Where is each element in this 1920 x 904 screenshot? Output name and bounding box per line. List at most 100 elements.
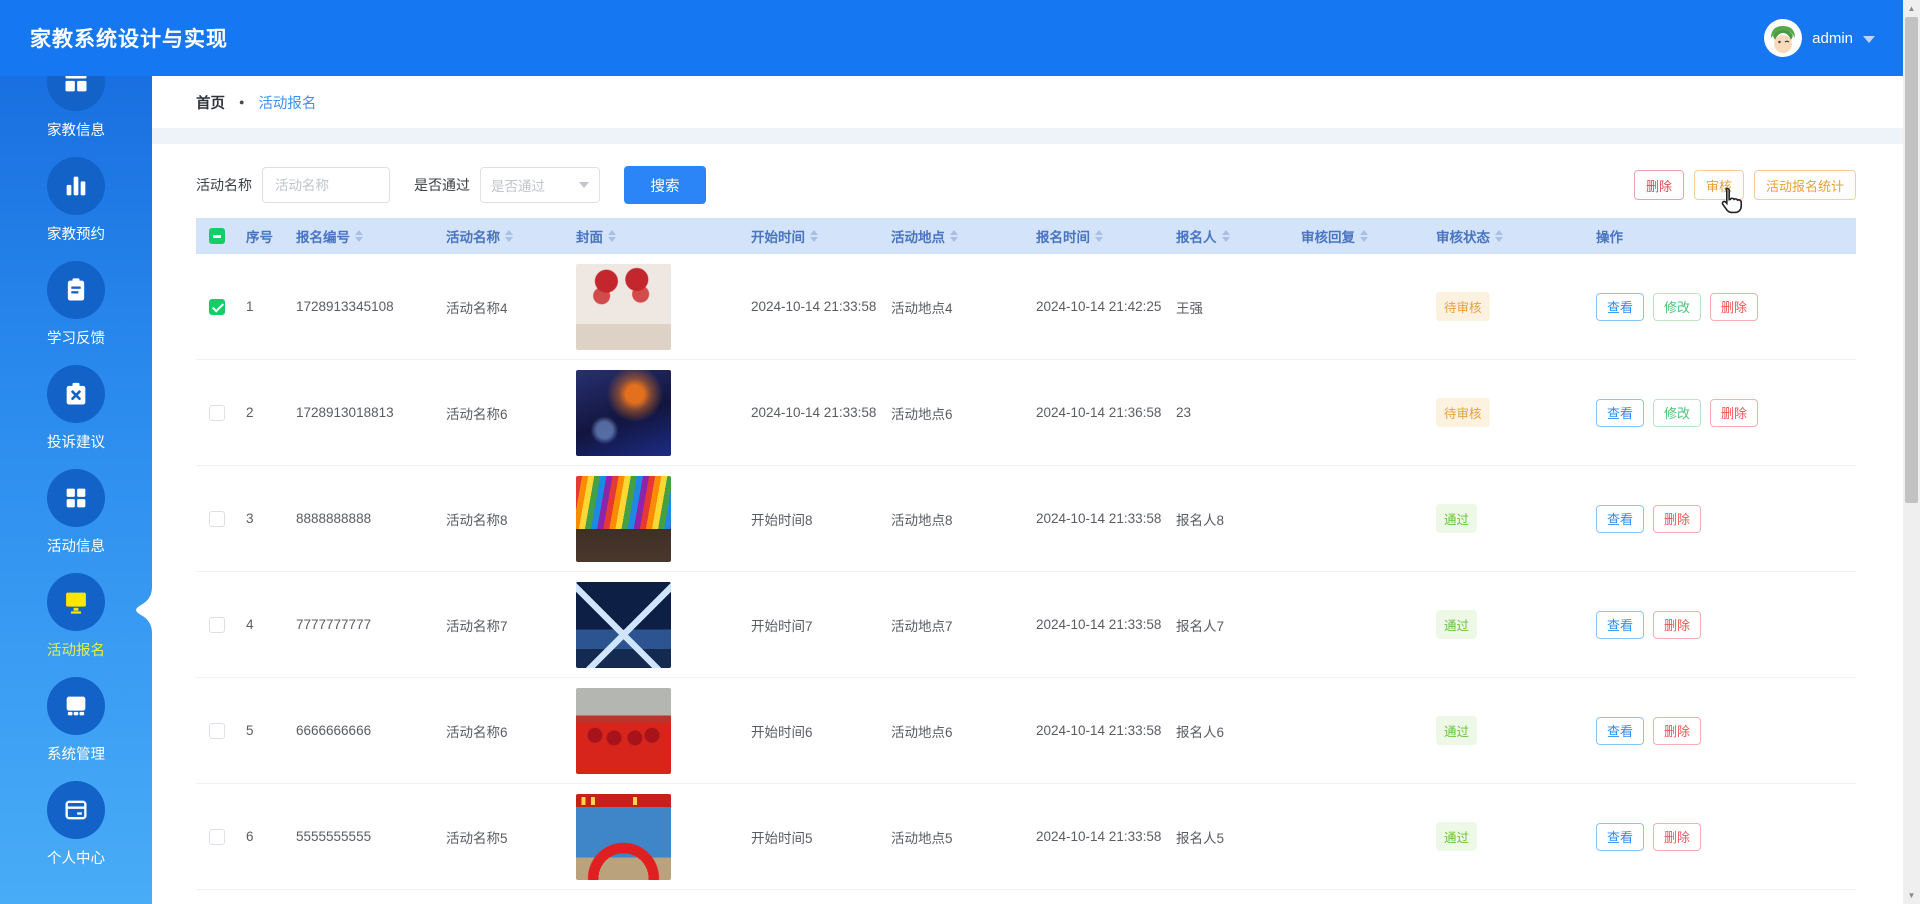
toolbar: 删除 审核 活动报名统计 (1633, 170, 1856, 200)
delete-row-button[interactable]: 删除 (1710, 398, 1759, 427)
signup-stats-button[interactable]: 活动报名统计 (1753, 170, 1856, 200)
cell-start-time: 开始时间8 (751, 512, 813, 528)
view-row-button[interactable]: 查看 (1596, 716, 1645, 745)
cell-start-time: 开始时间7 (751, 618, 813, 634)
audit-button[interactable]: 审核 (1693, 170, 1744, 200)
cell-place: 活动地点7 (891, 618, 953, 634)
user-avatar[interactable] (1764, 19, 1803, 57)
row-checkbox[interactable] (209, 616, 225, 633)
cell-index: 1 (246, 299, 254, 314)
sort-caret-icon[interactable] (1360, 230, 1368, 242)
column-header-name[interactable]: 活动名称 (446, 226, 576, 246)
cell-cover (576, 369, 751, 456)
column-header-time[interactable]: 报名时间 (1036, 226, 1176, 246)
grid-icon (47, 76, 105, 111)
sidebar-item-label: 个人中心 (47, 851, 105, 867)
table-row: 4 7777777777 活动名称7 开始时间7 活动地点7 2024-10-14 21:… (196, 572, 1856, 678)
sort-caret-icon[interactable] (1495, 230, 1503, 242)
column-header-code[interactable]: 报名编号 (296, 226, 446, 246)
view-row-button[interactable]: 查看 (1596, 822, 1645, 851)
cell-actions: 查看 删除 (1571, 504, 1856, 533)
row-checkbox[interactable] (209, 510, 225, 527)
sidebar-item-complaints[interactable]: 投诉建议 (0, 365, 152, 452)
select-all-checkbox-cell (196, 228, 246, 244)
cell-cover (576, 263, 751, 350)
column-header-reply[interactable]: 审核回复 (1301, 226, 1436, 246)
view-row-button[interactable]: 查看 (1596, 292, 1645, 321)
delete-row-button[interactable]: 删除 (1653, 610, 1702, 639)
breadcrumb-current[interactable]: 活动报名 (258, 92, 316, 113)
vertical-scrollbar[interactable]: ▲ ▼ (1903, 0, 1920, 904)
column-header-op: 操作 (1571, 226, 1856, 246)
sort-caret-icon[interactable] (810, 230, 818, 242)
cell-index: 3 (246, 511, 254, 526)
row-checkbox[interactable] (209, 828, 225, 845)
row-checkbox-cell (196, 510, 246, 527)
row-checkbox-cell (196, 404, 246, 421)
column-label: 报名时间 (1036, 230, 1090, 245)
sort-caret-icon[interactable] (505, 230, 513, 242)
view-row-button[interactable]: 查看 (1596, 610, 1645, 639)
activity-name-input[interactable] (262, 167, 390, 203)
search-button[interactable]: 搜索 (624, 166, 706, 204)
cell-audit-status: 通过 (1436, 822, 1571, 851)
row-checkbox[interactable] (209, 722, 225, 739)
cell-person: 报名人8 (1176, 512, 1225, 528)
column-header-status[interactable]: 审核状态 (1436, 226, 1571, 246)
column-header-start[interactable]: 开始时间 (751, 226, 891, 246)
view-row-button[interactable]: 查看 (1596, 398, 1645, 427)
sidebar-item-study-feedback[interactable]: 学习反馈 (0, 261, 152, 348)
cell-signup-code: 1728913345108 (296, 299, 394, 314)
cell-signup-code: 6666666666 (296, 723, 372, 738)
breadcrumb: 首页 ● 活动报名 (152, 76, 1903, 128)
cell-start-time: 开始时间5 (751, 830, 813, 846)
sidebar-item-personal-center[interactable]: 个人中心 (0, 781, 152, 868)
delete-row-button[interactable]: 删除 (1710, 292, 1759, 321)
sidebar-item-tutor-info[interactable]: 家教信息 (0, 76, 152, 140)
pass-filter-placeholder: 是否通过 (491, 179, 545, 194)
sort-caret-icon[interactable] (1221, 230, 1230, 242)
chevron-down-icon (579, 182, 589, 188)
sort-caret-icon[interactable] (1095, 230, 1103, 242)
user-menu[interactable]: admin (1764, 19, 1875, 57)
sort-caret-icon[interactable] (950, 230, 958, 242)
page: 家教信息 家教预约 学习反馈 投诉建议 活动信息 活动报名 系统管理 个人中心 … (0, 0, 1920, 904)
breadcrumb-separator-icon: ● (239, 97, 245, 107)
view-row-button[interactable]: 查看 (1596, 504, 1645, 533)
sidebar-item-tutor-booking[interactable]: 家教预约 (0, 157, 152, 244)
user-name[interactable]: admin (1812, 30, 1853, 47)
select-all-checkbox[interactable] (209, 228, 225, 244)
pass-filter-select[interactable]: 是否通过 (480, 167, 600, 203)
delete-row-button[interactable]: 删除 (1653, 716, 1702, 745)
delete-row-button[interactable]: 删除 (1653, 822, 1702, 851)
activity-name-label: 活动名称 (196, 177, 252, 193)
table-row: 6 5555555555 活动名称5 开始时间5 活动地点5 2024-10-14 21:… (196, 784, 1856, 890)
scroll-down-icon[interactable]: ▼ (1903, 887, 1920, 904)
cell-actions: 查看 删除 (1571, 716, 1856, 745)
cell-actions: 查看 修改 删除 (1571, 292, 1856, 321)
delete-row-button[interactable]: 删除 (1653, 504, 1702, 533)
breadcrumb-home[interactable]: 首页 (196, 92, 225, 113)
cell-signup-code: 5555555555 (296, 829, 372, 844)
delete-button[interactable]: 删除 (1633, 170, 1684, 200)
edit-row-button[interactable]: 修改 (1653, 292, 1702, 321)
column-header-person[interactable]: 报名人 (1176, 226, 1301, 246)
activity-cover-image (576, 369, 671, 456)
chevron-down-icon[interactable] (1863, 35, 1875, 43)
scroll-up-icon[interactable]: ▲ (1903, 0, 1920, 17)
scrollbar-thumb[interactable] (1905, 17, 1918, 503)
sidebar-item-system-mgmt[interactable]: 系统管理 (0, 677, 152, 764)
column-label: 活动名称 (446, 230, 500, 245)
column-label: 审核状态 (1436, 230, 1490, 245)
sidebar-item-activity-info[interactable]: 活动信息 (0, 469, 152, 556)
sidebar-item-activity-signup[interactable]: 活动报名 (0, 573, 152, 660)
row-checkbox[interactable] (209, 298, 225, 315)
filter-row: 活动名称 是否通过 是否通过 搜索 删除 审核 活动报名统计 (152, 144, 1903, 204)
row-checkbox[interactable] (209, 404, 225, 421)
sort-caret-icon[interactable] (355, 230, 363, 242)
column-header-cover[interactable]: 封面 (576, 226, 751, 246)
edit-row-button[interactable]: 修改 (1653, 398, 1702, 427)
sort-caret-icon[interactable] (608, 230, 616, 242)
cell-signup-code: 1728913018813 (296, 405, 394, 420)
column-header-place[interactable]: 活动地点 (891, 226, 1036, 246)
